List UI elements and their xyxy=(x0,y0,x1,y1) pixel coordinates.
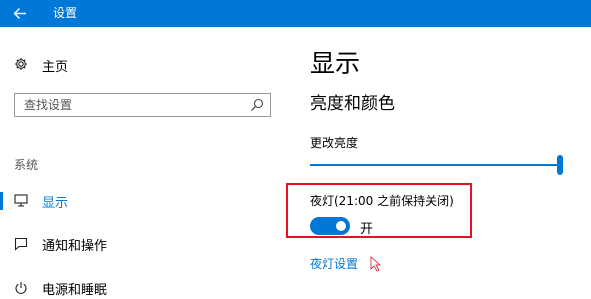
sidebar-item-label: 电源和睡眠 xyxy=(42,283,108,298)
monitor-icon xyxy=(14,194,28,207)
arrow-left-icon xyxy=(13,8,26,19)
sidebar-item-power[interactable]: 电源和睡眠 xyxy=(0,277,280,299)
search-box[interactable] xyxy=(14,93,271,117)
search-icon[interactable] xyxy=(250,98,264,112)
sidebar-item-notifications[interactable]: 通知和操作 xyxy=(0,233,280,255)
message-icon xyxy=(14,237,28,251)
sidebar-item-label: 通知和操作 xyxy=(42,239,108,254)
cursor-icon xyxy=(370,256,382,272)
section-label: 系统 xyxy=(14,158,39,172)
title-bar: 设置 xyxy=(0,0,591,27)
sidebar-item-label: 显示 xyxy=(42,196,69,211)
home-label: 主页 xyxy=(42,60,69,75)
window-title: 设置 xyxy=(53,6,78,20)
sidebar-item-display[interactable]: 显示 xyxy=(0,190,280,212)
page-title: 显示 xyxy=(310,49,361,78)
section-title: 亮度和颜色 xyxy=(310,94,395,114)
search-input[interactable] xyxy=(24,97,234,113)
night-light-label: 夜灯(21:00 之前保持关闭) xyxy=(310,194,454,208)
power-icon xyxy=(15,282,27,294)
gear-icon xyxy=(15,58,27,70)
toggle-state-text: 开 xyxy=(360,222,374,237)
slider-thumb[interactable] xyxy=(557,155,563,175)
night-light-settings-link[interactable]: 夜灯设置 xyxy=(310,255,358,272)
night-light-toggle[interactable] xyxy=(310,217,350,235)
back-button[interactable] xyxy=(0,0,44,27)
slider-track xyxy=(310,164,563,166)
brightness-slider[interactable] xyxy=(310,155,563,177)
selection-indicator xyxy=(0,192,3,210)
brightness-label: 更改亮度 xyxy=(310,136,359,150)
toggle-knob xyxy=(336,221,346,231)
